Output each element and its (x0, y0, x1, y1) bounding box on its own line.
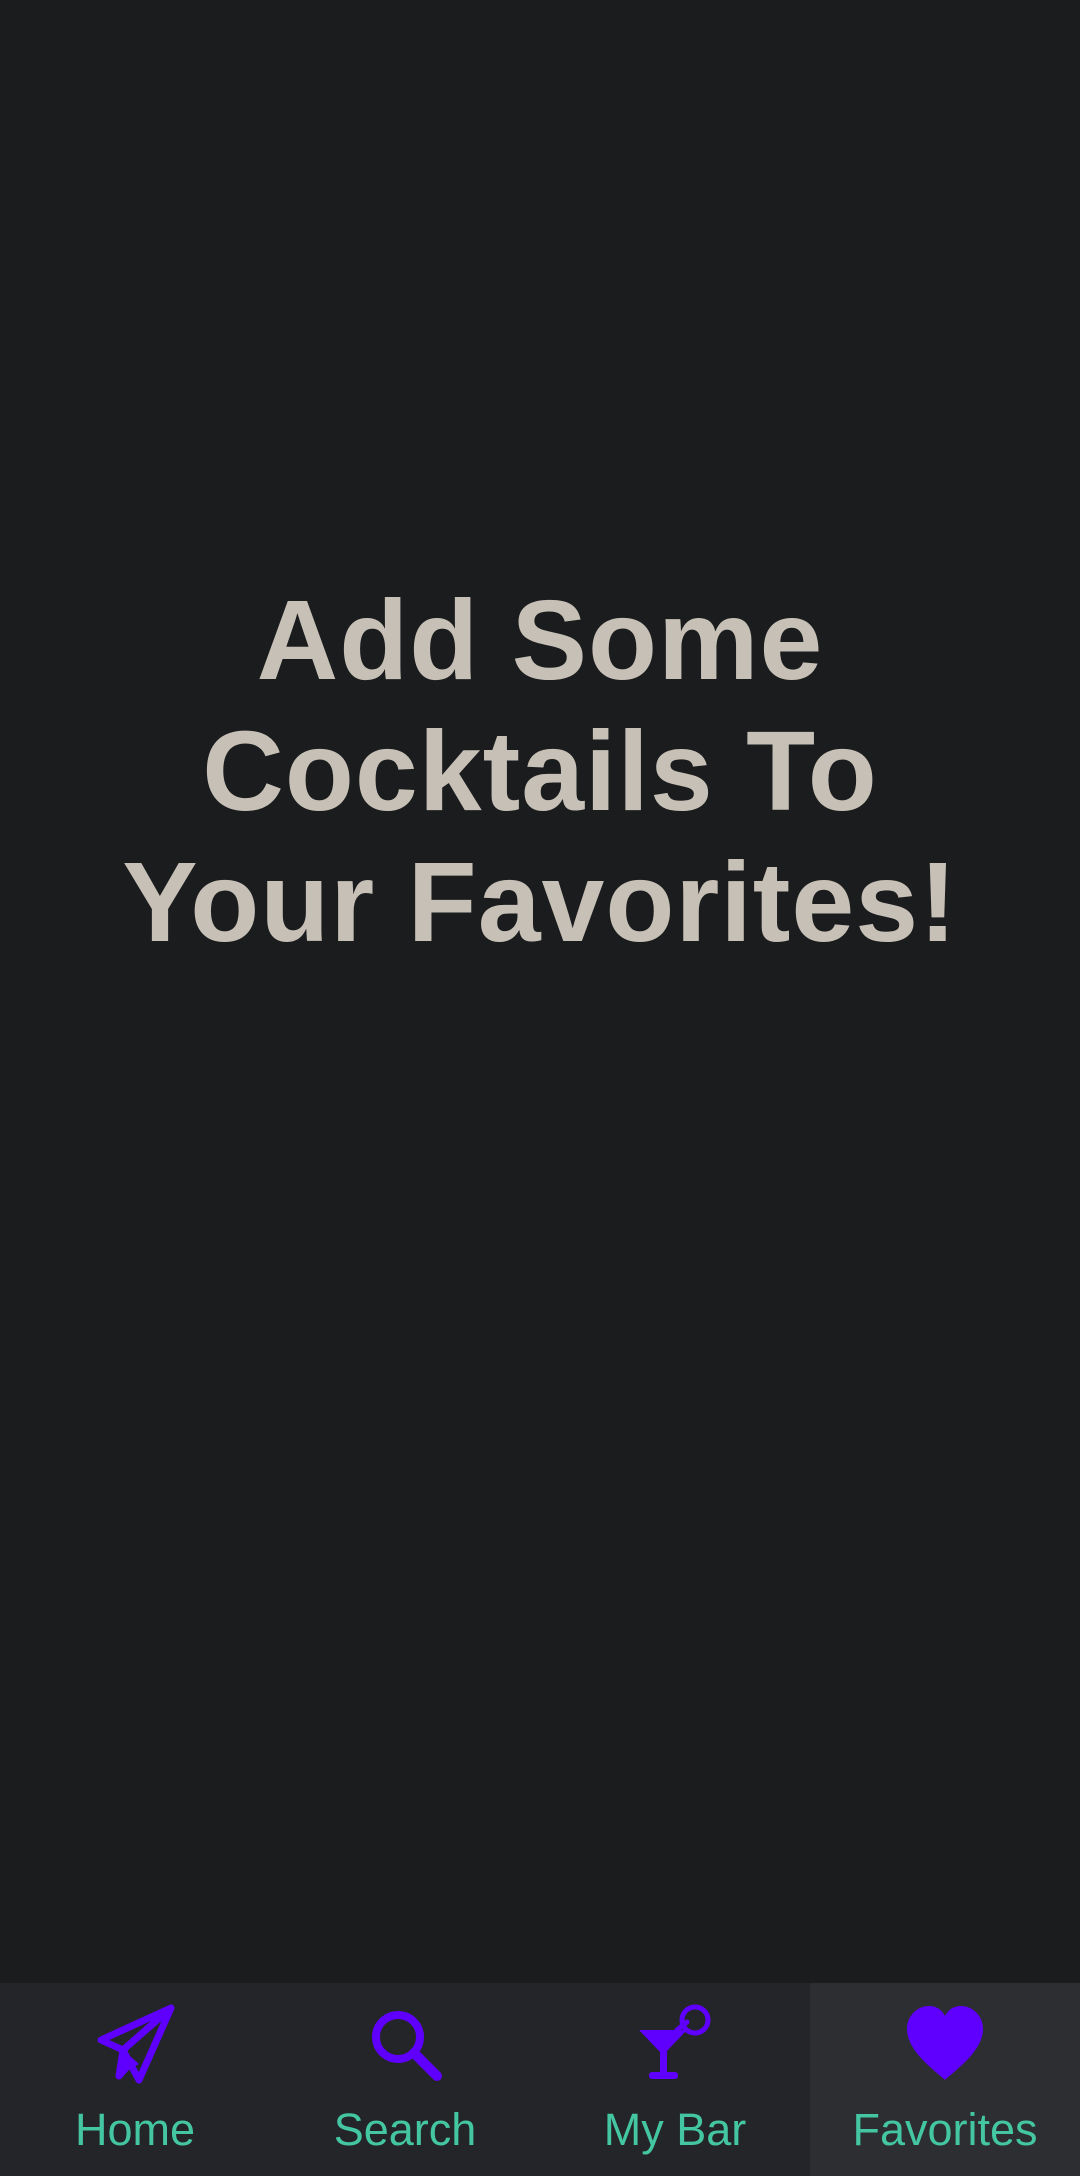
cocktail-glass-icon (633, 2002, 717, 2086)
heart-icon (903, 2002, 987, 2086)
nav-label-favorites: Favorites (852, 2104, 1038, 2155)
empty-favorites-message: Add Some Cocktails To Your Favorites! (122, 577, 958, 965)
nav-label-home: Home (74, 2104, 196, 2155)
bottom-navigation-bar: Home Search My Bar Favorites (0, 1983, 1080, 2176)
nav-item-home[interactable]: Home (0, 1983, 270, 2176)
nav-label-search: Search (333, 2104, 477, 2155)
nav-item-favorites[interactable]: Favorites (810, 1983, 1080, 2176)
favorites-screen: Add Some Cocktails To Your Favorites! Ho… (0, 0, 1080, 2176)
nav-item-my-bar[interactable]: My Bar (540, 1983, 810, 2176)
nav-label-my-bar: My Bar (603, 2104, 747, 2155)
paper-plane-icon (93, 2002, 177, 2086)
nav-item-search[interactable]: Search (270, 1983, 540, 2176)
search-icon (363, 2002, 447, 2086)
